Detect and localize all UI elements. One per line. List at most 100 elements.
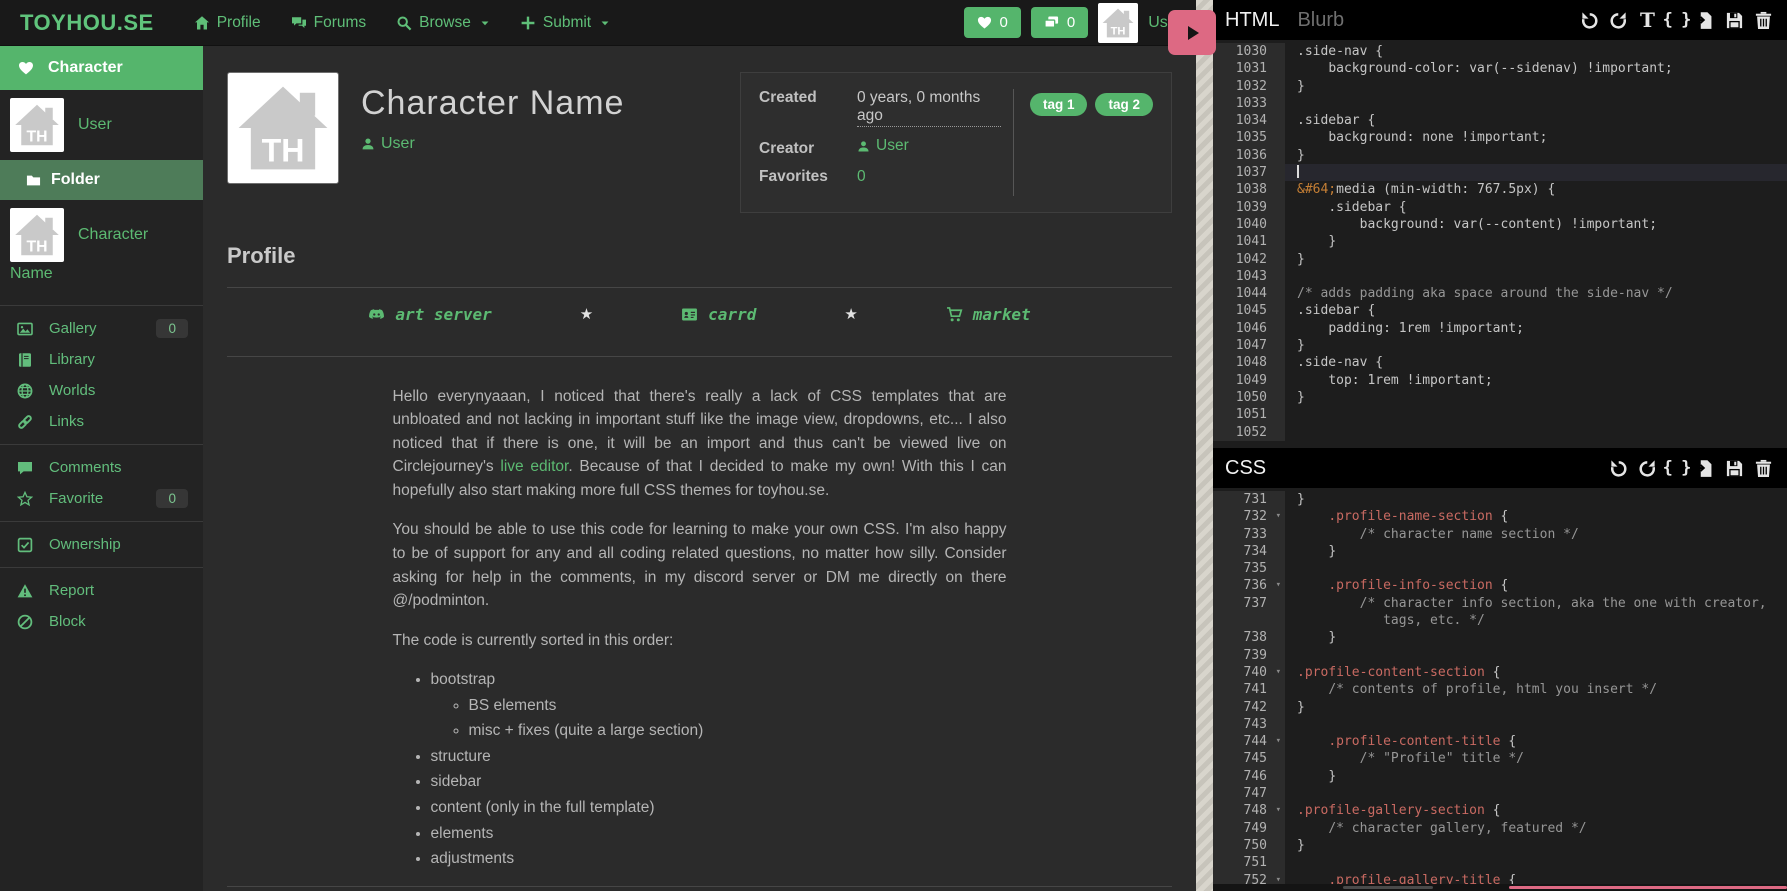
code-line[interactable]: 742} <box>1213 699 1787 716</box>
fold-arrow-icon[interactable]: ▾ <box>1276 577 1281 594</box>
character-profile-image[interactable]: TH <box>227 72 339 184</box>
code-line[interactable]: 736▾ .profile-info-section { <box>1213 577 1787 594</box>
code-line[interactable]: 732▾ .profile-name-section { <box>1213 508 1787 525</box>
code-line[interactable]: 741 /* contents of profile, html you ins… <box>1213 681 1787 698</box>
code-line[interactable]: 734 } <box>1213 543 1787 560</box>
heart-counter-button[interactable]: 0 <box>964 7 1021 38</box>
code-line[interactable]: 1036} <box>1213 147 1787 164</box>
nav-item-profile[interactable]: Profile <box>194 14 261 32</box>
fold-arrow-icon[interactable]: ▾ <box>1276 664 1281 681</box>
code-line[interactable]: 744▾ .profile-content-title { <box>1213 733 1787 750</box>
code-line[interactable]: 1047} <box>1213 337 1787 354</box>
profile-link-art-server[interactable]: art server <box>368 305 491 324</box>
code-line[interactable]: 1044/* adds padding aka space around the… <box>1213 285 1787 302</box>
code-line[interactable]: 1042} <box>1213 251 1787 268</box>
code-line[interactable]: 1045.sidebar { <box>1213 302 1787 319</box>
created-value[interactable]: 0 years, 0 months ago <box>857 89 1001 127</box>
text-icon[interactable]: T <box>1636 8 1659 32</box>
code-line[interactable]: 743 <box>1213 716 1787 733</box>
code-line[interactable]: 739 <box>1213 647 1787 664</box>
undo-icon[interactable] <box>1607 456 1630 480</box>
import-icon[interactable] <box>1694 456 1717 480</box>
creator-link[interactable]: User <box>857 137 909 155</box>
horizontal-scrollbar[interactable] <box>1213 884 1787 891</box>
html-code-area[interactable]: 1030.side-nav {1031 background-color: va… <box>1213 40 1787 448</box>
character-owner-link[interactable]: User <box>361 135 624 153</box>
code-line[interactable]: 1038&#64;media (min-width: 767.5px) { <box>1213 181 1787 198</box>
code-line[interactable]: 749 /* character gallery, featured */ <box>1213 820 1787 837</box>
trash-icon[interactable] <box>1752 8 1775 32</box>
site-logo[interactable]: TOYHOU.SE <box>20 10 154 36</box>
html-editor-tab-blurb[interactable]: Blurb <box>1297 9 1344 32</box>
nav-item-submit[interactable]: Submit <box>520 14 610 32</box>
code-line[interactable]: 1035 background: none !important; <box>1213 129 1787 146</box>
code-line[interactable]: 1041 } <box>1213 233 1787 250</box>
code-line[interactable]: 1039 .sidebar { <box>1213 199 1787 216</box>
code-line[interactable]: 1030.side-nav { <box>1213 43 1787 60</box>
braces-icon[interactable]: { } <box>1665 8 1688 32</box>
nav-item-browse[interactable]: Browse <box>396 14 490 32</box>
sidebar-user-link[interactable]: User <box>78 116 112 133</box>
user-avatar[interactable]: TH <box>1098 3 1138 43</box>
code-line[interactable]: 1046 padding: 1rem !important; <box>1213 320 1787 337</box>
sidebar-item-gallery[interactable]: Gallery0 <box>0 313 203 344</box>
code-line[interactable]: 751 <box>1213 854 1787 871</box>
code-line[interactable]: 1040 background: var(--content) !importa… <box>1213 216 1787 233</box>
code-line[interactable]: 737 /* character info section, aka the o… <box>1213 595 1787 630</box>
code-line[interactable]: 1043 <box>1213 268 1787 285</box>
code-line[interactable]: 1034.sidebar { <box>1213 112 1787 129</box>
sidebar-item-worlds[interactable]: Worlds <box>0 375 203 406</box>
trash-icon[interactable] <box>1752 456 1775 480</box>
scrollbar-accent[interactable] <box>1509 886 1787 889</box>
code-line[interactable]: 1033 <box>1213 95 1787 112</box>
sidebar-folder-row[interactable]: Folder <box>0 160 203 200</box>
user-avatar[interactable]: TH <box>10 98 64 152</box>
code-line[interactable]: 731} <box>1213 491 1787 508</box>
code-line[interactable]: 1052 <box>1213 424 1787 441</box>
sidebar-item-comments[interactable]: Comments <box>0 452 203 483</box>
tag-tag-2[interactable]: tag 2 <box>1095 93 1153 116</box>
live-editor-link[interactable]: live editor <box>500 458 568 475</box>
sidebar-item-links[interactable]: Links <box>0 406 203 437</box>
css-code-area[interactable]: 731}732▾ .profile-name-section {733 /* c… <box>1213 488 1787 884</box>
code-line[interactable]: 1031 background-color: var(--sidenav) !i… <box>1213 60 1787 77</box>
redo-icon[interactable] <box>1636 456 1659 480</box>
braces-icon[interactable]: { } <box>1665 456 1688 480</box>
profile-link-carrd[interactable]: carrd <box>681 305 756 324</box>
code-line[interactable]: 1051 <box>1213 406 1787 423</box>
code-line[interactable]: 735 <box>1213 560 1787 577</box>
code-line[interactable]: 1048.side-nav { <box>1213 354 1787 371</box>
code-line[interactable]: 738 } <box>1213 629 1787 646</box>
sidebar-item-ownership[interactable]: Ownership <box>0 529 203 560</box>
panel-resize-divider[interactable] <box>1196 0 1213 891</box>
save-icon[interactable] <box>1723 456 1746 480</box>
code-line[interactable]: 750} <box>1213 837 1787 854</box>
images-counter-button[interactable]: 0 <box>1031 7 1088 38</box>
sidebar-item-block[interactable]: Block <box>0 606 203 637</box>
code-line[interactable]: 747 <box>1213 785 1787 802</box>
sidebar-user-row[interactable]: TH User <box>0 90 203 160</box>
code-line[interactable]: 748▾.profile-gallery-section { <box>1213 802 1787 819</box>
code-line[interactable]: 1032} <box>1213 78 1787 95</box>
import-icon[interactable] <box>1694 8 1717 32</box>
fold-arrow-icon[interactable]: ▾ <box>1276 802 1281 819</box>
code-line[interactable]: 746 } <box>1213 768 1787 785</box>
sidebar-character-row[interactable]: THCharacter Name <box>0 200 203 294</box>
save-icon[interactable] <box>1723 8 1746 32</box>
tag-tag-1[interactable]: tag 1 <box>1030 93 1088 116</box>
code-line[interactable]: 745 /* "Profile" title */ <box>1213 750 1787 767</box>
fold-arrow-icon[interactable]: ▾ <box>1276 508 1281 525</box>
collapse-editor-button[interactable] <box>1168 10 1216 55</box>
code-line[interactable]: 1050} <box>1213 389 1787 406</box>
profile-link-market[interactable]: market <box>946 305 1031 324</box>
code-line[interactable]: 1037 <box>1213 164 1787 181</box>
scrollbar-thumb[interactable] <box>1343 886 1433 889</box>
fold-arrow-icon[interactable]: ▾ <box>1276 733 1281 750</box>
sidebar-item-favorite[interactable]: Favorite0 <box>0 483 203 514</box>
code-line[interactable]: 752▾ .profile-gallery-title { <box>1213 872 1787 884</box>
undo-icon[interactable] <box>1578 8 1601 32</box>
fold-arrow-icon[interactable]: ▾ <box>1276 872 1281 884</box>
sidebar-item-library[interactable]: Library <box>0 344 203 375</box>
character-avatar[interactable]: TH <box>10 208 64 262</box>
code-line[interactable]: 1049 top: 1rem !important; <box>1213 372 1787 389</box>
